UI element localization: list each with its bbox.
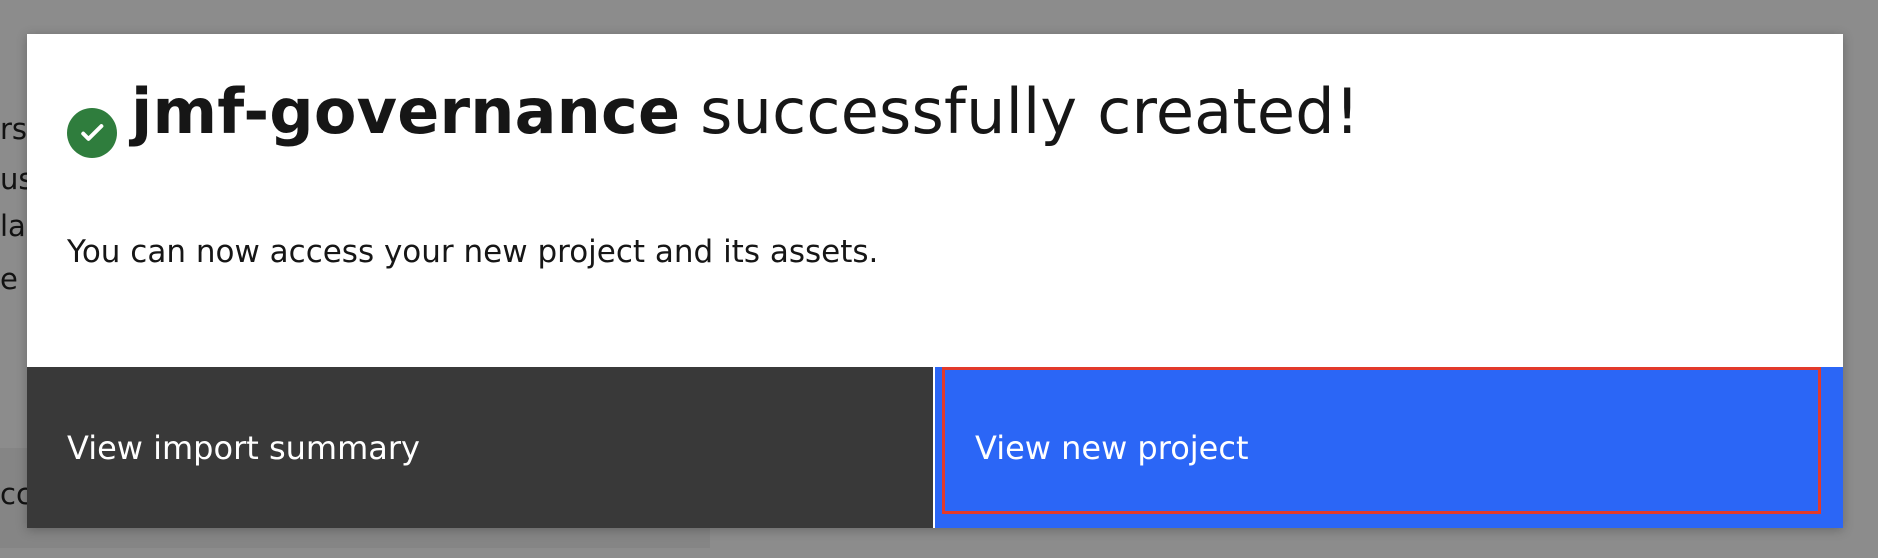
modal-footer: View import summary View new project [27, 367, 1843, 528]
check-circle-icon [67, 108, 117, 158]
view-import-summary-button[interactable]: View import summary [27, 367, 933, 528]
modal-message: You can now access your new project and … [67, 234, 879, 270]
title-suffix: successfully created! [680, 75, 1360, 148]
project-name: jmf-governance [131, 75, 681, 148]
view-new-project-label: View new project [975, 428, 1249, 467]
view-new-project-button[interactable]: View new project [933, 367, 1843, 528]
modal-header: jmf-governance successfully created! [67, 76, 1360, 158]
success-modal: jmf-governance successfully created! You… [27, 34, 1843, 528]
modal-title: jmf-governance successfully created! [131, 76, 1360, 147]
